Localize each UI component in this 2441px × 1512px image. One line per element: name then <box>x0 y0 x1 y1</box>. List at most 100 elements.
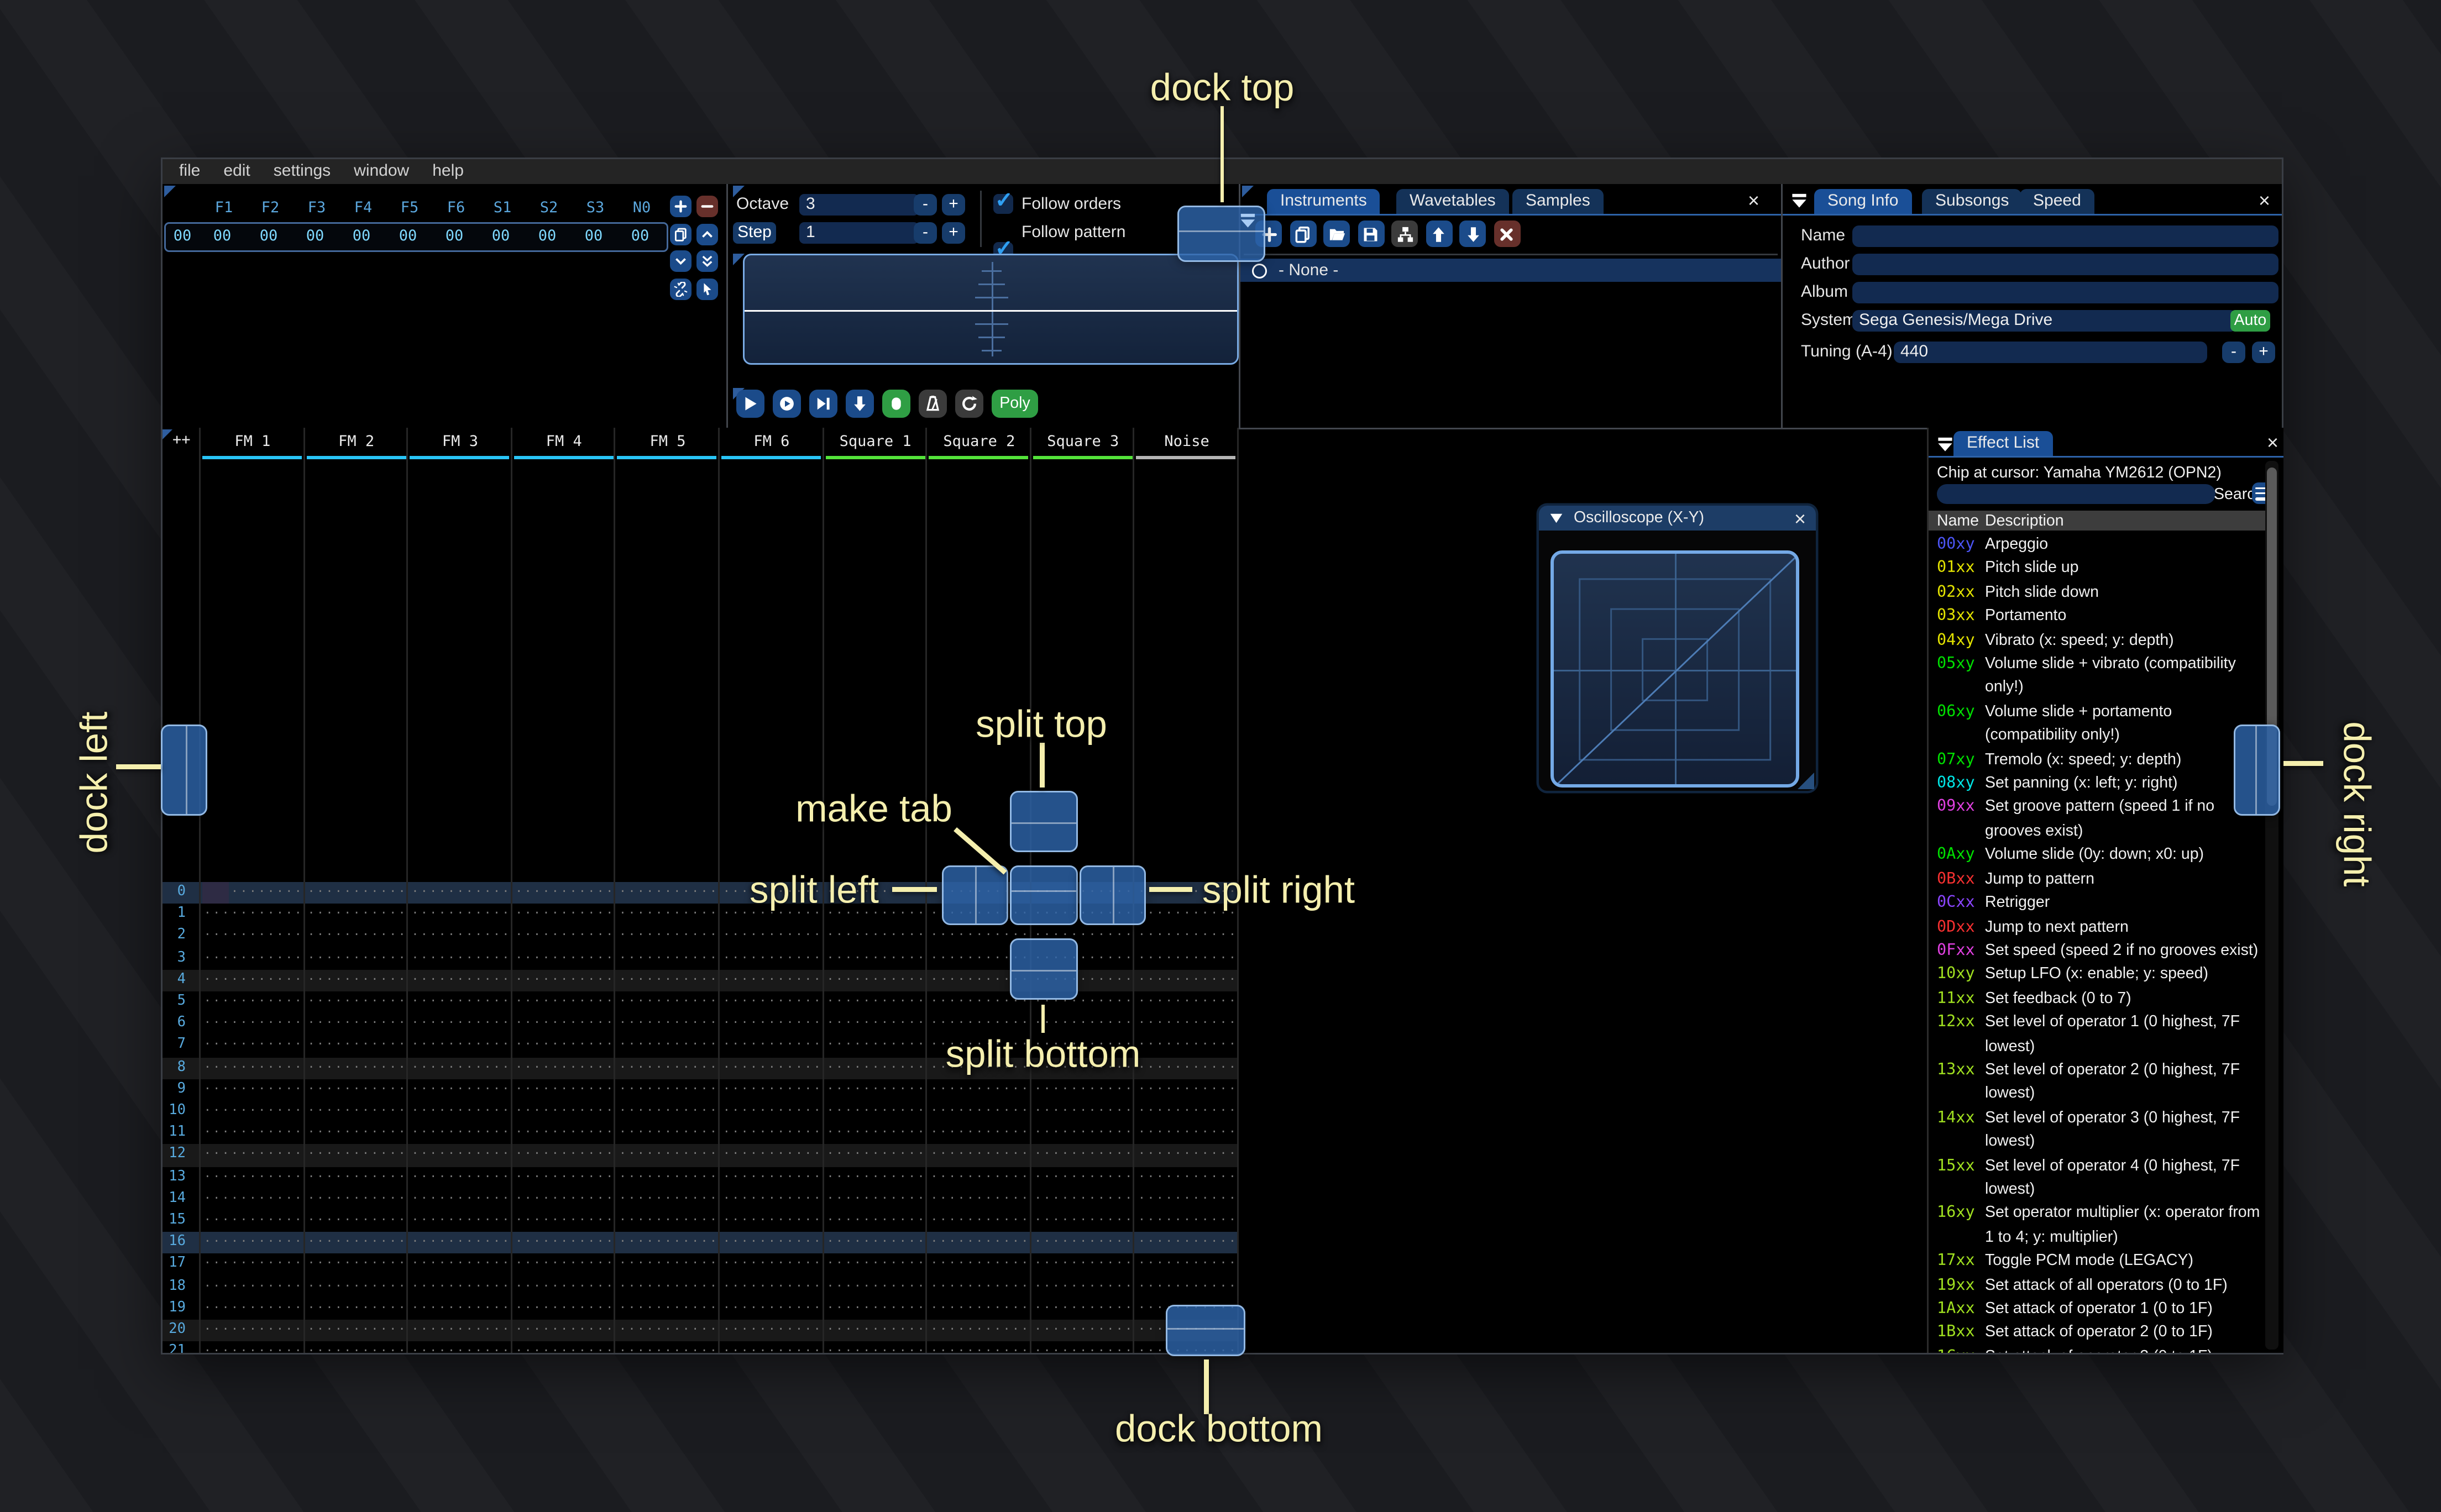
pattern-cell[interactable]: ··········· <box>619 1232 719 1254</box>
tab-effect-list[interactable]: Effect List <box>1953 431 2053 456</box>
pattern-cell[interactable]: ··········· <box>723 1101 823 1123</box>
album-input[interactable] <box>1852 282 2278 303</box>
collapse-icon[interactable] <box>1789 191 1809 211</box>
move-order-down-button[interactable] <box>670 250 692 272</box>
pattern-cell[interactable]: ··········· <box>412 904 511 926</box>
save-instrument-button[interactable] <box>1357 221 1384 247</box>
pattern-cell[interactable]: ··········· <box>308 1254 407 1276</box>
close-icon[interactable]: × <box>1794 508 1806 528</box>
pattern-cell[interactable]: ··········· <box>1138 969 1238 991</box>
pattern-cell[interactable]: ··········· <box>204 1167 303 1189</box>
pattern-cell[interactable]: ··········· <box>723 1232 823 1254</box>
orders-column-F6[interactable]: F6 <box>433 201 479 217</box>
effect-list-scrollbar[interactable] <box>2265 461 2278 1350</box>
order-cell[interactable]: 00 <box>338 229 385 245</box>
pattern-cell[interactable]: ··········· <box>1034 1167 1134 1189</box>
pattern-cell[interactable]: ··········· <box>619 1298 719 1320</box>
step-one-row-button[interactable] <box>846 390 874 418</box>
pattern-cell[interactable]: ··········· <box>1034 1320 1134 1342</box>
tab-song-info[interactable]: Song Info <box>1814 189 1912 214</box>
pattern-cell[interactable]: ··········· <box>619 1167 719 1189</box>
pattern-cell[interactable]: ··········· <box>412 948 511 970</box>
pattern-row[interactable]: 14 ··········· ··········· ··········· ·····… <box>163 1188 1237 1210</box>
pattern-cell[interactable]: ··········· <box>827 1320 926 1342</box>
pattern-cell[interactable]: ··········· <box>412 1342 511 1353</box>
pattern-cell[interactable]: ··········· <box>619 1144 719 1167</box>
orders-column-F2[interactable]: F2 <box>247 201 294 217</box>
make-tab-target[interactable] <box>1010 865 1078 925</box>
orders-column-S1[interactable]: S1 <box>479 201 526 217</box>
pattern-cell[interactable]: ··········· <box>723 969 823 991</box>
order-cell[interactable]: 00 <box>199 229 245 245</box>
pattern-cell[interactable]: ··········· <box>619 1342 719 1353</box>
effect-row[interactable]: 09xx Set groove pattern (speed 1 if no gr… <box>1937 796 2265 844</box>
pattern-cell[interactable]: ··········· <box>619 1188 719 1210</box>
pattern-cell[interactable]: ··········· <box>1034 1298 1134 1320</box>
pattern-cell[interactable]: ··········· <box>827 1123 926 1145</box>
pattern-row[interactable]: 15 ··········· ··········· ··········· ·····… <box>163 1210 1237 1232</box>
pattern-cell[interactable]: ··········· <box>204 1298 303 1320</box>
tuning-increase-button[interactable]: + <box>2252 342 2275 363</box>
channel-header-fm-3[interactable]: FM 3 <box>408 431 512 453</box>
pattern-cell[interactable]: ··········· <box>1138 926 1238 948</box>
pattern-cell[interactable]: ··········· <box>412 1123 511 1145</box>
pattern-cell[interactable]: ··········· <box>723 1057 823 1079</box>
delete-instrument-button[interactable] <box>1493 221 1520 247</box>
order-edit-mode-button[interactable] <box>695 277 717 300</box>
pattern-cell[interactable]: ··········· <box>308 1079 407 1101</box>
tab-instruments[interactable]: Instruments <box>1267 189 1380 214</box>
split-bottom-target[interactable] <box>1010 938 1078 1000</box>
collapse-icon[interactable] <box>1935 434 1955 454</box>
effect-row[interactable]: 1Axx Set attack of operator 1 (0 to 1F) <box>1937 1298 2265 1322</box>
pattern-cell[interactable]: ··········· <box>515 926 615 948</box>
pattern-cell[interactable]: ··········· <box>515 1014 615 1036</box>
tab-speed[interactable]: Speed <box>2020 189 2094 214</box>
channel-header-noise[interactable]: Noise <box>1135 431 1239 453</box>
pattern-cell[interactable]: ··········· <box>827 969 926 991</box>
pattern-cell[interactable]: ··········· <box>204 1342 303 1353</box>
pattern-cell[interactable]: ··········· <box>204 1144 303 1167</box>
order-cell[interactable]: 00 <box>524 229 570 245</box>
search-input[interactable] <box>1937 484 2215 504</box>
pattern-cell[interactable]: ··········· <box>723 1210 823 1232</box>
pattern-cell[interactable]: ··········· <box>515 969 615 991</box>
pattern-cell[interactable]: ··········· <box>827 1167 926 1189</box>
pattern-cell[interactable]: ··········· <box>515 1057 615 1079</box>
pattern-cell[interactable]: ··········· <box>619 1123 719 1145</box>
orders-column-S2[interactable]: S2 <box>526 201 572 217</box>
pattern-cell[interactable]: ··········· <box>204 1079 303 1101</box>
pattern-cell[interactable]: ··········· <box>827 1210 926 1232</box>
pattern-cell[interactable]: ··········· <box>1138 1254 1238 1276</box>
pattern-cell[interactable]: ··········· <box>619 969 719 991</box>
pattern-cell[interactable]: ··········· <box>412 1276 511 1298</box>
channel-header-fm-4[interactable]: FM 4 <box>512 431 616 453</box>
pattern-cell[interactable]: ··········· <box>619 1276 719 1298</box>
pattern-cursor-cell[interactable] <box>201 882 228 904</box>
pattern-cell[interactable]: ··········· <box>412 1254 511 1276</box>
orders-column-F3[interactable]: F3 <box>294 201 340 217</box>
octave-increase-button[interactable]: + <box>942 194 965 216</box>
pattern-cell[interactable]: ··········· <box>619 1014 719 1036</box>
pattern-cell[interactable]: ··········· <box>515 1188 615 1210</box>
pattern-cell[interactable]: ··········· <box>412 1144 511 1167</box>
pattern-cell[interactable]: ··········· <box>827 1079 926 1101</box>
toggle-folders-button[interactable] <box>1391 221 1418 247</box>
play-one-row-button[interactable] <box>809 390 837 418</box>
pattern-cell[interactable]: ··········· <box>931 1123 1030 1145</box>
order-cell[interactable]: 00 <box>617 229 663 245</box>
orders-selected-row[interactable]: 00 00 00 00 00 00 00 00 00 00 00 <box>164 222 668 252</box>
menu-item-help[interactable]: help <box>421 162 475 181</box>
pattern-cell[interactable]: ··········· <box>204 1254 303 1276</box>
pattern-cell[interactable]: ··········· <box>723 1123 823 1145</box>
pattern-cell[interactable]: ··········· <box>619 1254 719 1276</box>
pattern-cell[interactable]: ··········· <box>308 1014 407 1036</box>
pattern-cell[interactable]: ··········· <box>827 1254 926 1276</box>
effect-row[interactable]: 0Fxx Set speed (speed 2 if no grooves exi… <box>1937 940 2265 964</box>
pattern-cell[interactable]: ··········· <box>723 1298 823 1320</box>
pattern-cell[interactable]: ··········· <box>619 948 719 970</box>
pattern-cell[interactable]: ··········· <box>204 1014 303 1036</box>
pattern-cell[interactable]: ··········· <box>204 1276 303 1298</box>
pattern-cell[interactable]: ··········· <box>308 1188 407 1210</box>
pattern-cell[interactable]: ··········· <box>827 1035 926 1057</box>
pattern-cell[interactable]: ··········· <box>515 1123 615 1145</box>
